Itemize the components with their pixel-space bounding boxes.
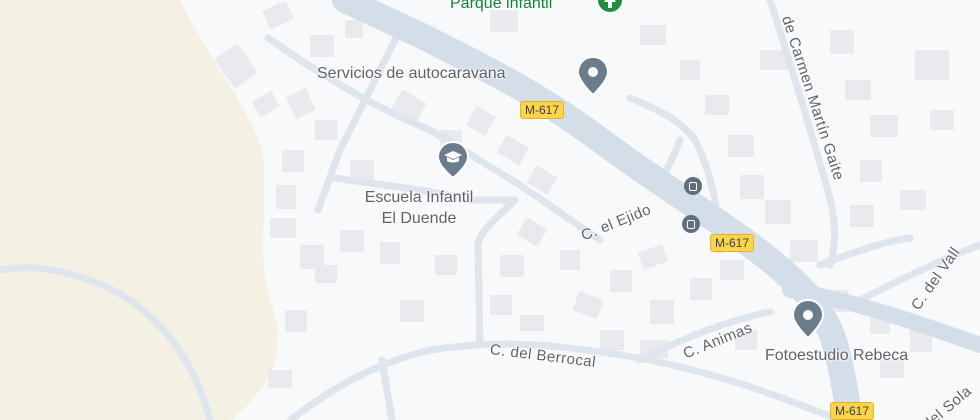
services-label[interactable]: Servicios de autocaravana bbox=[317, 64, 506, 83]
park-label[interactable]: Parque infantil bbox=[450, 0, 552, 13]
school-label-line2[interactable]: El Duende bbox=[351, 209, 487, 228]
bus-icon[interactable] bbox=[684, 177, 702, 195]
map-view[interactable]: Parque infantil Servicios de autocaravan… bbox=[0, 0, 980, 420]
school-icon[interactable] bbox=[434, 140, 472, 180]
tree-icon[interactable] bbox=[594, 0, 626, 24]
bus-icon[interactable] bbox=[682, 215, 700, 233]
place-icon[interactable] bbox=[575, 55, 611, 97]
road-shield-m617: M-617 bbox=[830, 402, 875, 420]
road-shield-m617: M-617 bbox=[710, 234, 755, 252]
photo-studio-label[interactable]: Fotoestudio Rebeca bbox=[765, 346, 908, 365]
road-shield-m617: M-617 bbox=[520, 101, 565, 119]
place-icon[interactable] bbox=[790, 298, 826, 340]
school-label-line1[interactable]: Escuela Infantil bbox=[351, 188, 487, 207]
